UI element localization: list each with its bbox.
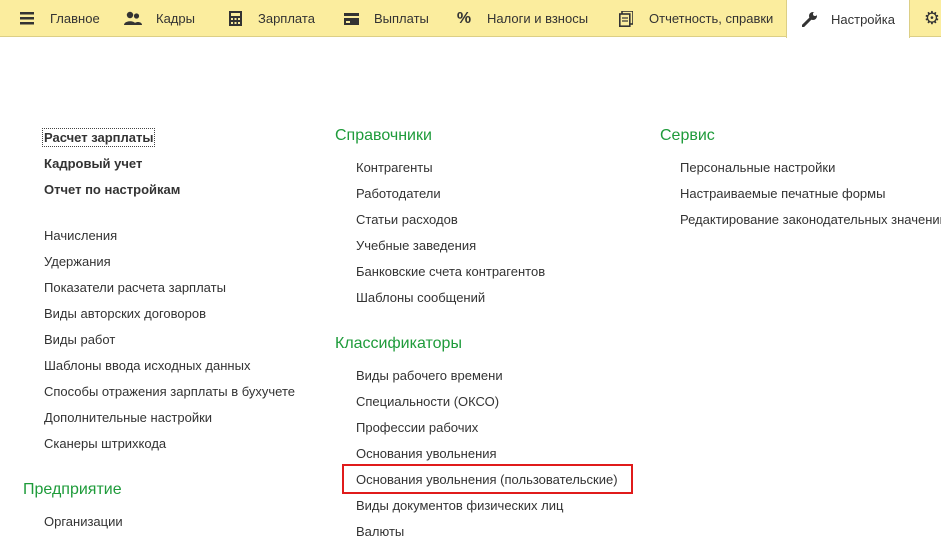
tab-label: Выплаты xyxy=(374,11,429,26)
link-educational-institutions[interactable]: Учебные заведения xyxy=(356,238,476,253)
hamburger-menu-icon xyxy=(18,10,36,28)
link-person-document-types[interactable]: Виды документов физических лиц xyxy=(356,498,563,513)
tab-salary[interactable]: Зарплата xyxy=(226,0,315,37)
link-counterparties[interactable]: Контрагенты xyxy=(356,160,433,175)
link-accruals[interactable]: Начисления xyxy=(44,228,117,243)
wallet-icon xyxy=(342,10,360,28)
link-dismissal-grounds-custom[interactable]: Основания увольнения (пользовательские) xyxy=(356,472,618,487)
tab-label: Отчетность, справки xyxy=(649,11,774,26)
link-input-templates[interactable]: Шаблоны ввода исходных данных xyxy=(44,358,250,373)
section-title-service: Сервис xyxy=(660,127,715,144)
section-title-directories: Справочники xyxy=(335,127,432,144)
link-worker-professions[interactable]: Профессии рабочих xyxy=(356,420,478,435)
gear-icon: ⚙ xyxy=(923,8,941,28)
link-message-templates[interactable]: Шаблоны сообщений xyxy=(356,290,485,305)
documents-icon xyxy=(617,10,635,28)
tab-label: Налоги и взносы xyxy=(487,11,589,26)
link-employers[interactable]: Работодатели xyxy=(356,186,441,201)
link-additional-settings[interactable]: Дополнительные настройки xyxy=(44,410,212,425)
link-settings-report[interactable]: Отчет по настройкам xyxy=(44,182,180,197)
tab-label: Кадры xyxy=(156,11,195,26)
people-icon xyxy=(124,10,142,28)
tab-taxes[interactable]: % Налоги и взносы xyxy=(455,0,588,37)
link-counterparty-bank-accounts[interactable]: Банковские счета контрагентов xyxy=(356,264,545,279)
wrench-icon xyxy=(801,10,819,28)
link-hr-records[interactable]: Кадровый учет xyxy=(44,156,142,171)
tab-reports[interactable]: Отчетность, справки xyxy=(617,0,773,37)
link-work-types[interactable]: Виды работ xyxy=(44,332,115,347)
tab-label: Настройка xyxy=(831,11,895,27)
link-work-time-types[interactable]: Виды рабочего времени xyxy=(356,368,503,383)
tab-label: Зарплата xyxy=(258,11,315,26)
tab-personnel[interactable]: Кадры xyxy=(124,0,195,37)
section-title-enterprise: Предприятие xyxy=(23,481,122,498)
extra-settings-button[interactable]: ⚙ xyxy=(923,0,941,37)
link-personal-settings[interactable]: Персональные настройки xyxy=(680,160,835,175)
top-navigation-bar: Главное Кадры Зарплата Выплаты % Налоги … xyxy=(0,0,941,38)
link-deductions[interactable]: Удержания xyxy=(44,254,111,269)
tab-settings[interactable]: Настройка xyxy=(786,0,910,38)
link-specialties-okso[interactable]: Специальности (ОКСО) xyxy=(356,394,499,409)
section-title-classifiers: Классификаторы xyxy=(335,335,462,352)
tab-main[interactable]: Главное xyxy=(18,0,100,37)
link-author-contract-types[interactable]: Виды авторских договоров xyxy=(44,306,206,321)
link-accounting-methods[interactable]: Способы отражения зарплаты в бухучете xyxy=(44,384,295,399)
tab-payments[interactable]: Выплаты xyxy=(342,0,429,37)
link-dismissal-grounds[interactable]: Основания увольнения xyxy=(356,446,497,461)
link-legislative-values[interactable]: Редактирование законодательных значений xyxy=(680,212,941,227)
link-organizations[interactable]: Организации xyxy=(44,514,123,529)
link-expense-items[interactable]: Статьи расходов xyxy=(356,212,458,227)
calculator-icon xyxy=(226,10,244,28)
percent-icon: % xyxy=(456,9,472,27)
link-payroll-indicators[interactable]: Показатели расчета зарплаты xyxy=(44,280,226,295)
link-custom-print-forms[interactable]: Настраиваемые печатные формы xyxy=(680,186,885,201)
tab-label: Главное xyxy=(50,11,100,26)
link-payroll-calculation[interactable]: Расчет зарплаты xyxy=(41,128,156,147)
link-barcode-scanners[interactable]: Сканеры штрихкода xyxy=(44,436,166,451)
